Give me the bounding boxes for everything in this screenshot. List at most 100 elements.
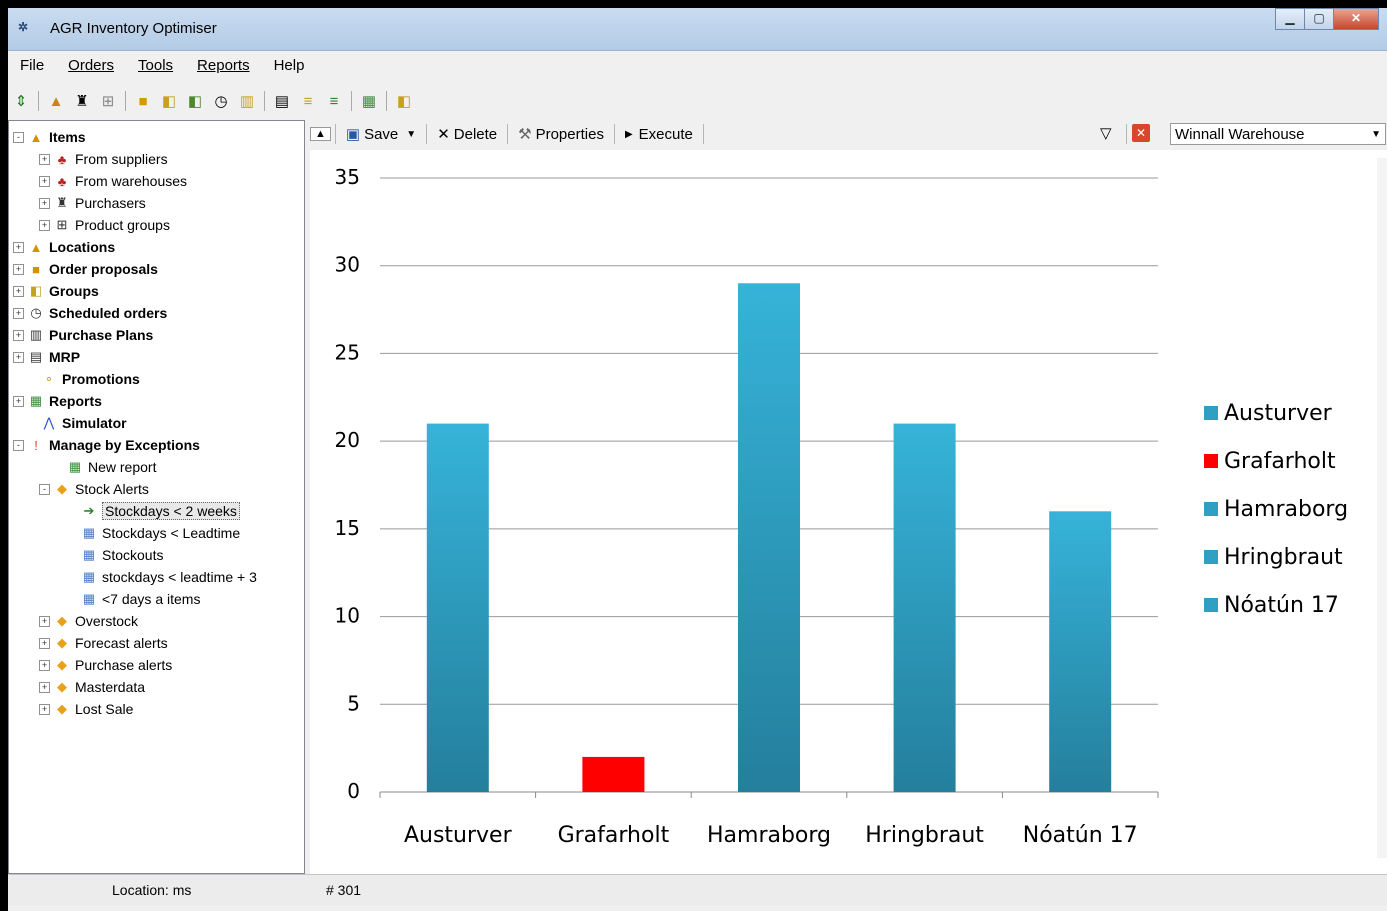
collapse-toggle-icon[interactable]: - [13, 131, 24, 143]
tree-item[interactable]: + ♜ Purchasers [39, 193, 146, 213]
items-icon[interactable]: ▲ [45, 90, 67, 112]
tree-item[interactable]: + ♣ From suppliers [39, 149, 168, 169]
expand-toggle-icon[interactable]: + [39, 197, 50, 209]
tree-item[interactable]: + ◆ Masterdata [39, 677, 145, 697]
tree-item-label: Stockdays < 2 weeks [102, 502, 240, 520]
tree-item[interactable]: ▦ New report [53, 457, 157, 477]
properties-button[interactable]: ⚒ Properties [512, 125, 610, 144]
refresh-icon[interactable]: ⇕ [10, 90, 32, 112]
expand-toggle-icon[interactable]: + [39, 703, 50, 715]
y-tick-label: 30 [335, 253, 360, 277]
tree-item[interactable]: + ■ Order proposals [13, 259, 158, 279]
tree-item-label: Lost Sale [75, 701, 134, 717]
collapse-toggle-icon[interactable]: - [13, 439, 24, 451]
expand-toggle-icon[interactable]: + [39, 219, 50, 231]
maximize-button[interactable]: ▢ [1304, 8, 1334, 30]
tree-item-label: Stockouts [102, 547, 164, 563]
product-groups-icon[interactable]: ⊞ [97, 90, 119, 112]
tree-item[interactable]: -! Manage by Exceptions [13, 435, 200, 455]
tree-item[interactable]: + ◆ Lost Sale [39, 699, 133, 719]
expand-toggle-icon[interactable]: + [13, 285, 24, 297]
tree-item[interactable]: + ⊞ Product groups [39, 215, 170, 235]
tree-item[interactable]: + ▥ Purchase Plans [13, 325, 153, 345]
tree-item[interactable]: + ▦ Reports [13, 391, 102, 411]
tree-item[interactable]: + ▤ MRP [13, 347, 80, 367]
menu-help[interactable]: Help [262, 54, 317, 78]
properties-label: Properties [535, 125, 604, 143]
reports-icon[interactable]: ▦ [358, 90, 380, 112]
legend-swatch [1204, 502, 1218, 516]
minimize-button[interactable]: ▁ [1275, 8, 1305, 30]
tree-item[interactable]: ▦ <7 days a items [67, 589, 201, 609]
tree-item[interactable]: + ▲ Locations [13, 237, 115, 257]
tree-item[interactable]: + ◆ Purchase alerts [39, 655, 172, 675]
truck-icon[interactable]: ■ [132, 90, 154, 112]
expand-toggle-icon[interactable]: + [13, 241, 24, 253]
tree-item[interactable]: + ◆ Overstock [39, 611, 138, 631]
tree-item[interactable]: ▦ Stockdays < Leadtime [67, 523, 240, 543]
groups-add-icon[interactable]: ◧ [184, 90, 206, 112]
tree-item-label: Locations [49, 239, 116, 255]
legend-label: Hamraborg [1224, 497, 1348, 522]
clock-icon[interactable]: ◷ [210, 90, 232, 112]
expand-toggle-icon[interactable]: + [39, 615, 50, 627]
execute-button[interactable]: ▶ Execute [619, 126, 699, 143]
grid-alert-icon: ▦ [82, 569, 96, 584]
expand-toggle-icon[interactable]: + [39, 175, 50, 187]
save-button[interactable]: ▣ Save ▼ [340, 125, 422, 144]
bar [738, 283, 800, 792]
filter-icon[interactable]: ▽ [1094, 124, 1118, 142]
save-dropdown-icon[interactable]: ▼ [406, 129, 416, 140]
legend-swatch [1204, 598, 1218, 612]
x-tick-label: Hamraborg [707, 823, 831, 848]
collapse-toggle-icon[interactable]: - [39, 483, 50, 495]
record-count: # 301 [326, 882, 362, 898]
expand-toggle-icon[interactable]: + [39, 637, 50, 649]
expand-toggle-icon[interactable]: + [39, 153, 50, 165]
tree-item[interactable]: + ◧ Groups [13, 281, 99, 301]
play-icon: ▶ [624, 128, 633, 140]
y-tick-label: 15 [335, 516, 360, 540]
tree-item[interactable]: ▦ stockdays < leadtime + 3 [67, 567, 257, 587]
vertical-scrollbar[interactable] [1377, 158, 1387, 858]
expand-toggle-icon[interactable]: + [13, 351, 24, 363]
alert-icon: ◆ [57, 701, 67, 716]
menu-tools[interactable]: Tools [126, 54, 185, 78]
tree-item[interactable]: + ◆ Forecast alerts [39, 633, 168, 653]
groups-icon[interactable]: ◧ [158, 90, 180, 112]
expand-toggle-icon[interactable]: + [13, 307, 24, 319]
close-button[interactable]: ✕ [1333, 8, 1379, 30]
tree-item[interactable]: ∘ Promotions [27, 369, 140, 389]
clear-filter-icon[interactable]: ✕ [1132, 124, 1150, 142]
tree-item[interactable]: ▦ Stockouts [67, 545, 164, 565]
menu-orders[interactable]: Orders [56, 54, 126, 78]
expand-toggle-icon[interactable]: + [13, 263, 24, 275]
menu-file[interactable]: File [8, 54, 56, 78]
delete-button[interactable]: ✕ Delete [431, 125, 503, 144]
tree-item[interactable]: + ◷ Scheduled orders [13, 303, 167, 323]
tree-item[interactable]: - ▲ Items [13, 127, 86, 147]
plan-icon[interactable]: ▥ [236, 90, 258, 112]
expand-toggle-icon[interactable]: + [39, 659, 50, 671]
list-add-icon[interactable]: ≡ [323, 90, 345, 112]
tree-item[interactable]: - ◆ Stock Alerts [39, 479, 149, 499]
mrp-icon[interactable]: ▤ [271, 90, 293, 112]
expand-toggle-icon[interactable]: + [13, 329, 24, 341]
list-icon[interactable]: ≡ [297, 90, 319, 112]
new-report-icon: ▦ [68, 459, 82, 474]
purchaser-icon[interactable]: ♜ [71, 90, 93, 112]
groups-icon: ◧ [29, 283, 43, 298]
tree-item[interactable]: + ♣ From warehouses [39, 171, 187, 191]
tree-item[interactable]: ⋀ Simulator [27, 413, 127, 433]
expand-toggle-icon[interactable]: + [39, 681, 50, 693]
mrp-icon: ▤ [29, 349, 43, 364]
collapse-icon[interactable]: ▲ [310, 127, 331, 141]
warehouse-select[interactable]: Winnall Warehouse ▼ [1170, 123, 1386, 145]
groups-alt-icon[interactable]: ◧ [393, 90, 415, 112]
tree-item-label: Reports [49, 393, 102, 409]
menu-reports[interactable]: Reports [185, 54, 262, 78]
expand-toggle-icon[interactable]: + [13, 395, 24, 407]
tree-item[interactable]: ➔ Stockdays < 2 weeks [67, 501, 240, 521]
grid-alert-icon: ▦ [82, 525, 96, 540]
tree-item-label: Masterdata [75, 679, 146, 695]
